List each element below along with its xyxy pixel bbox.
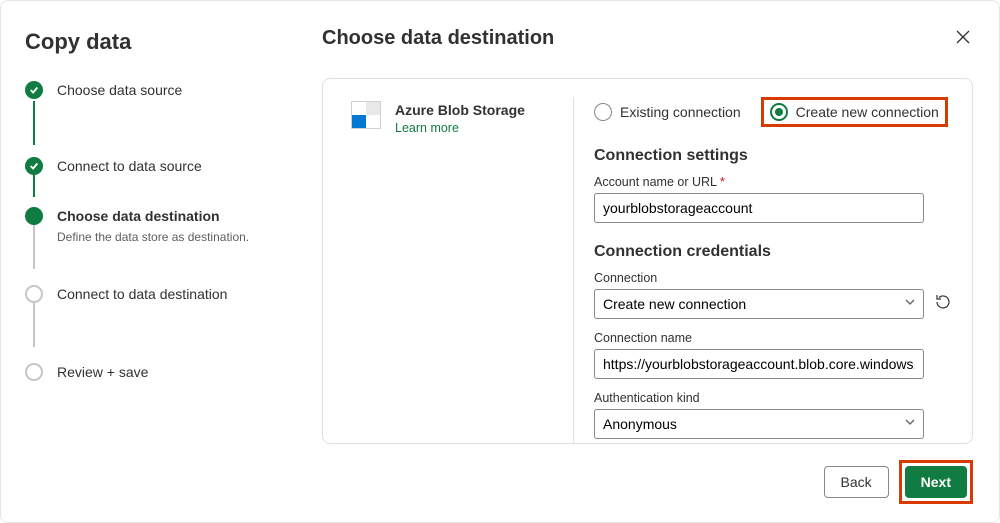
connection-name-input[interactable] (594, 349, 924, 379)
page-title: Choose data destination (322, 27, 554, 50)
refresh-icon (934, 293, 952, 311)
auth-label: Authentication kind (594, 391, 952, 405)
learn-more-link[interactable]: Learn more (395, 121, 459, 135)
account-input[interactable] (594, 193, 924, 223)
dialog-root: Copy data Choose data source Connect to … (0, 0, 1000, 523)
service-summary: Azure Blob Storage Learn more (323, 79, 573, 443)
account-label: Account name or URL * (594, 175, 924, 189)
radio-label: Create new connection (796, 104, 939, 120)
step-choose-source[interactable]: Choose data source (25, 81, 272, 125)
wizard-sidebar: Copy data Choose data source Connect to … (1, 1, 296, 522)
service-name: Azure Blob Storage (395, 101, 525, 119)
step-description: Define the data store as destination. (57, 230, 249, 244)
back-button[interactable]: Back (824, 466, 889, 498)
account-field: Account name or URL * (594, 175, 924, 223)
connection-field: Connection (594, 271, 952, 319)
form-area: Existing connection Create new connectio… (574, 79, 972, 443)
next-button[interactable]: Next (905, 466, 967, 498)
radio-checked-icon (770, 103, 788, 121)
azure-blob-storage-icon (351, 101, 381, 129)
radio-create-new-connection[interactable]: Create new connection (770, 103, 939, 121)
pending-step-icon (25, 285, 43, 303)
connection-mode-radios: Existing connection Create new connectio… (594, 97, 952, 127)
pending-step-icon (25, 363, 43, 381)
destination-card: Azure Blob Storage Learn more Existing c… (322, 78, 973, 444)
connection-label: Connection (594, 271, 952, 285)
step-label: Choose data source (57, 82, 182, 98)
step-connect-destination[interactable]: Connect to data destination (25, 285, 272, 329)
connection-credentials-heading: Connection credentials (594, 243, 952, 261)
connection-settings-heading: Connection settings (594, 147, 952, 165)
main-panel: Choose data destination Azure Blob Stora… (296, 1, 999, 522)
radio-unchecked-icon (594, 103, 612, 121)
connection-select[interactable] (594, 289, 924, 319)
checkmark-icon (25, 157, 43, 175)
step-connect-source[interactable]: Connect to data source (25, 125, 272, 175)
step-label: Choose data destination (57, 208, 220, 224)
footer: Back Next (322, 444, 973, 504)
step-choose-destination[interactable]: Choose data destination Define the data … (25, 207, 272, 251)
step-label: Connect to data destination (57, 286, 227, 302)
step-review-save[interactable]: Review + save (25, 363, 272, 407)
step-list: Choose data source Connect to data sourc… (25, 81, 272, 407)
step-label: Connect to data source (57, 158, 202, 174)
connection-name-field: Connection name (594, 331, 924, 379)
refresh-button[interactable] (934, 293, 952, 316)
radio-label: Existing connection (620, 104, 741, 120)
auth-field: Authentication kind (594, 391, 952, 439)
close-button[interactable] (953, 27, 973, 52)
checkmark-icon (25, 81, 43, 99)
wizard-title: Copy data (25, 29, 272, 55)
highlight-annotation: Create new connection (761, 97, 948, 127)
active-step-icon (25, 207, 43, 225)
close-icon (955, 29, 971, 45)
connection-name-label: Connection name (594, 331, 924, 345)
highlight-annotation: Next (899, 460, 973, 504)
auth-select[interactable] (594, 409, 924, 439)
radio-existing-connection[interactable]: Existing connection (594, 103, 741, 121)
chevron-down-icon (904, 415, 916, 433)
step-label: Review + save (57, 364, 148, 380)
main-header: Choose data destination (322, 27, 973, 52)
